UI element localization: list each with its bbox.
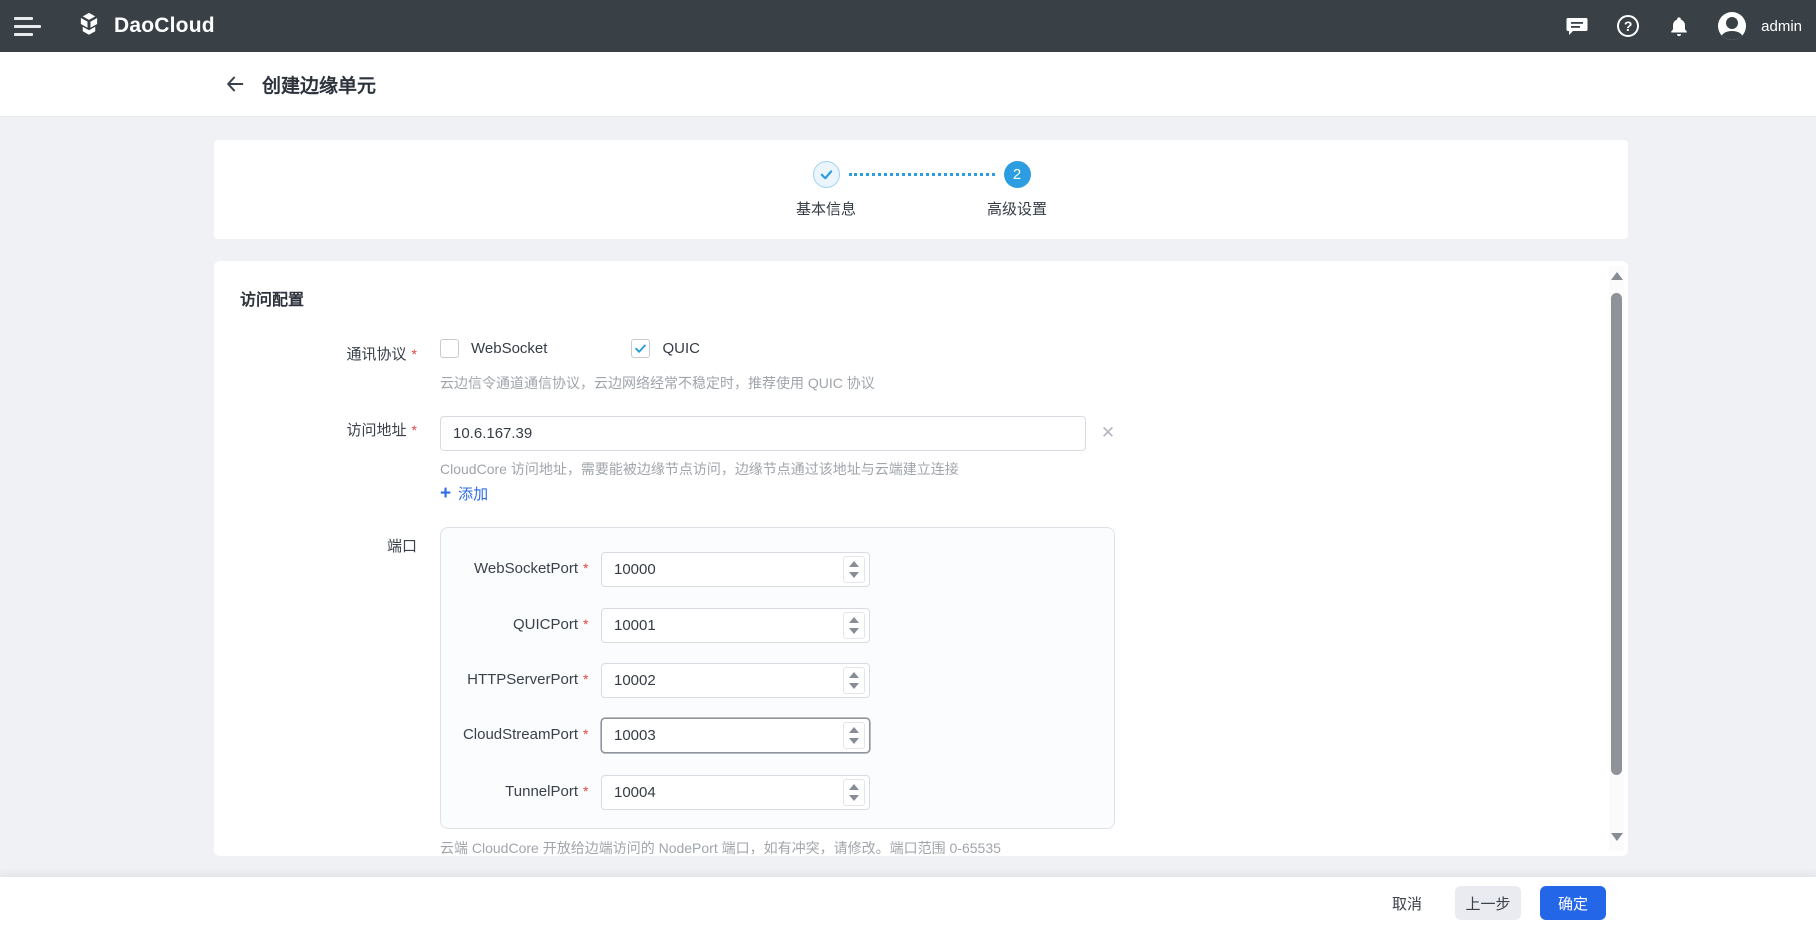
stepper-up-icon[interactable] xyxy=(849,617,859,623)
help-icon[interactable]: ? xyxy=(1616,14,1640,38)
required-mark: * xyxy=(583,783,589,799)
required-mark: * xyxy=(583,726,589,742)
step-label: 高级设置 xyxy=(986,201,1047,218)
protocol-options: WebSocket QUIC xyxy=(440,339,700,358)
stepper-down-icon[interactable] xyxy=(849,572,859,578)
stepper-up-icon[interactable] xyxy=(849,561,859,567)
step-number: 2 xyxy=(1003,161,1031,188)
username[interactable]: admin xyxy=(1761,18,1802,35)
section-title: 访问配置 xyxy=(240,292,305,309)
ports-hint: 云端 CloudCore 开放给边端访问的 NodePort 端口，如有冲突，请… xyxy=(440,840,1001,856)
websocket-checkbox[interactable] xyxy=(440,339,459,358)
port-row-websocketport: WebSocketPort * xyxy=(441,552,1114,587)
footer-actions: 取消 上一步 确定 xyxy=(0,877,1816,929)
stepper-down-icon[interactable] xyxy=(849,795,859,801)
stepper-up-icon[interactable] xyxy=(849,784,859,790)
required-mark: * xyxy=(583,671,589,687)
number-stepper xyxy=(843,556,865,583)
step-basic-info[interactable]: 基本信息 xyxy=(746,161,906,219)
previous-step-button[interactable]: 上一步 xyxy=(1455,886,1521,920)
address-hint: CloudCore 访问地址，需要能被边缘节点访问，边缘节点通过该地址与云端建立… xyxy=(440,461,959,477)
stepper: 基本信息 2 高级设置 xyxy=(214,140,1628,239)
message-icon[interactable] xyxy=(1565,14,1589,38)
menu-icon[interactable] xyxy=(0,0,46,52)
page-header: 创建边缘单元 xyxy=(0,52,1816,116)
port-row-cloudstreamport: CloudStreamPort * xyxy=(441,718,1114,753)
add-address-label: 添加 xyxy=(458,486,489,503)
ports-panel: WebSocketPort * QUICPort * H xyxy=(440,527,1115,829)
cloudstreamport-input[interactable] xyxy=(601,718,870,753)
add-address-button[interactable]: + 添加 xyxy=(440,483,488,504)
port-row-tunnelport: TunnelPort * xyxy=(441,775,1114,810)
quicport-input[interactable] xyxy=(601,608,870,643)
topbar: DaoCloud ? admin xyxy=(0,0,1816,52)
brand-logo[interactable]: DaoCloud xyxy=(74,11,215,41)
brand-name: DaoCloud xyxy=(114,14,215,37)
stepper-down-icon[interactable] xyxy=(849,683,859,689)
bell-icon[interactable] xyxy=(1667,14,1691,38)
address-input[interactable] xyxy=(440,416,1086,451)
step-completed-check-icon xyxy=(812,161,840,188)
quic-checkbox-label[interactable]: QUIC xyxy=(662,340,700,357)
port-row-httpserverport: HTTPServerPort * xyxy=(441,663,1114,698)
stepper-down-icon[interactable] xyxy=(849,738,859,744)
scroll-up-icon[interactable] xyxy=(1611,272,1623,280)
port-row-quicport: QUICPort * xyxy=(441,608,1114,643)
daocloud-cube-icon xyxy=(74,11,104,41)
cancel-button[interactable]: 取消 xyxy=(1378,886,1436,920)
number-stepper xyxy=(843,779,865,806)
websocket-checkbox-label[interactable]: WebSocket xyxy=(471,340,547,357)
access-config-form: 访问配置 通讯协议 * WebSocket QUIC 云边信令通道通信协议，云边网… xyxy=(214,261,1628,856)
confirm-button[interactable]: 确定 xyxy=(1540,886,1606,920)
user-avatar-icon[interactable] xyxy=(1718,12,1747,40)
scroll-down-icon[interactable] xyxy=(1611,833,1623,841)
number-stepper xyxy=(843,612,865,639)
topbar-actions: ? admin xyxy=(1565,12,1816,40)
stepper-down-icon[interactable] xyxy=(849,628,859,634)
required-mark: * xyxy=(583,616,589,632)
quic-checkbox[interactable] xyxy=(631,339,651,358)
ports-label: 端口 xyxy=(386,538,417,555)
page-title: 创建边缘单元 xyxy=(262,75,377,97)
httpserverport-input[interactable] xyxy=(601,663,870,698)
plus-icon: + xyxy=(440,483,452,504)
number-stepper xyxy=(843,667,865,694)
scrollbar[interactable] xyxy=(1609,266,1624,851)
stepper-up-icon[interactable] xyxy=(849,672,859,678)
required-mark: * xyxy=(583,560,589,576)
clear-icon[interactable]: ✕ xyxy=(1096,421,1120,445)
tunnelport-input[interactable] xyxy=(601,775,870,810)
address-label: 访问地址 * xyxy=(346,422,417,439)
checkbox-check-icon xyxy=(635,344,647,353)
step-label: 基本信息 xyxy=(795,201,856,218)
step-advanced-settings[interactable]: 2 高级设置 xyxy=(937,161,1097,219)
websocketport-input[interactable] xyxy=(601,552,870,587)
protocol-label: 通讯协议 * xyxy=(346,346,417,363)
number-stepper xyxy=(843,722,865,749)
required-mark: * xyxy=(411,346,417,362)
protocol-hint: 云边信令通道通信协议，云边网络经常不稳定时，推荐使用 QUIC 协议 xyxy=(440,375,875,391)
stepper-up-icon[interactable] xyxy=(849,727,859,733)
back-arrow-icon[interactable] xyxy=(222,71,248,97)
scrollbar-thumb[interactable] xyxy=(1611,293,1622,775)
required-mark: * xyxy=(411,422,417,438)
